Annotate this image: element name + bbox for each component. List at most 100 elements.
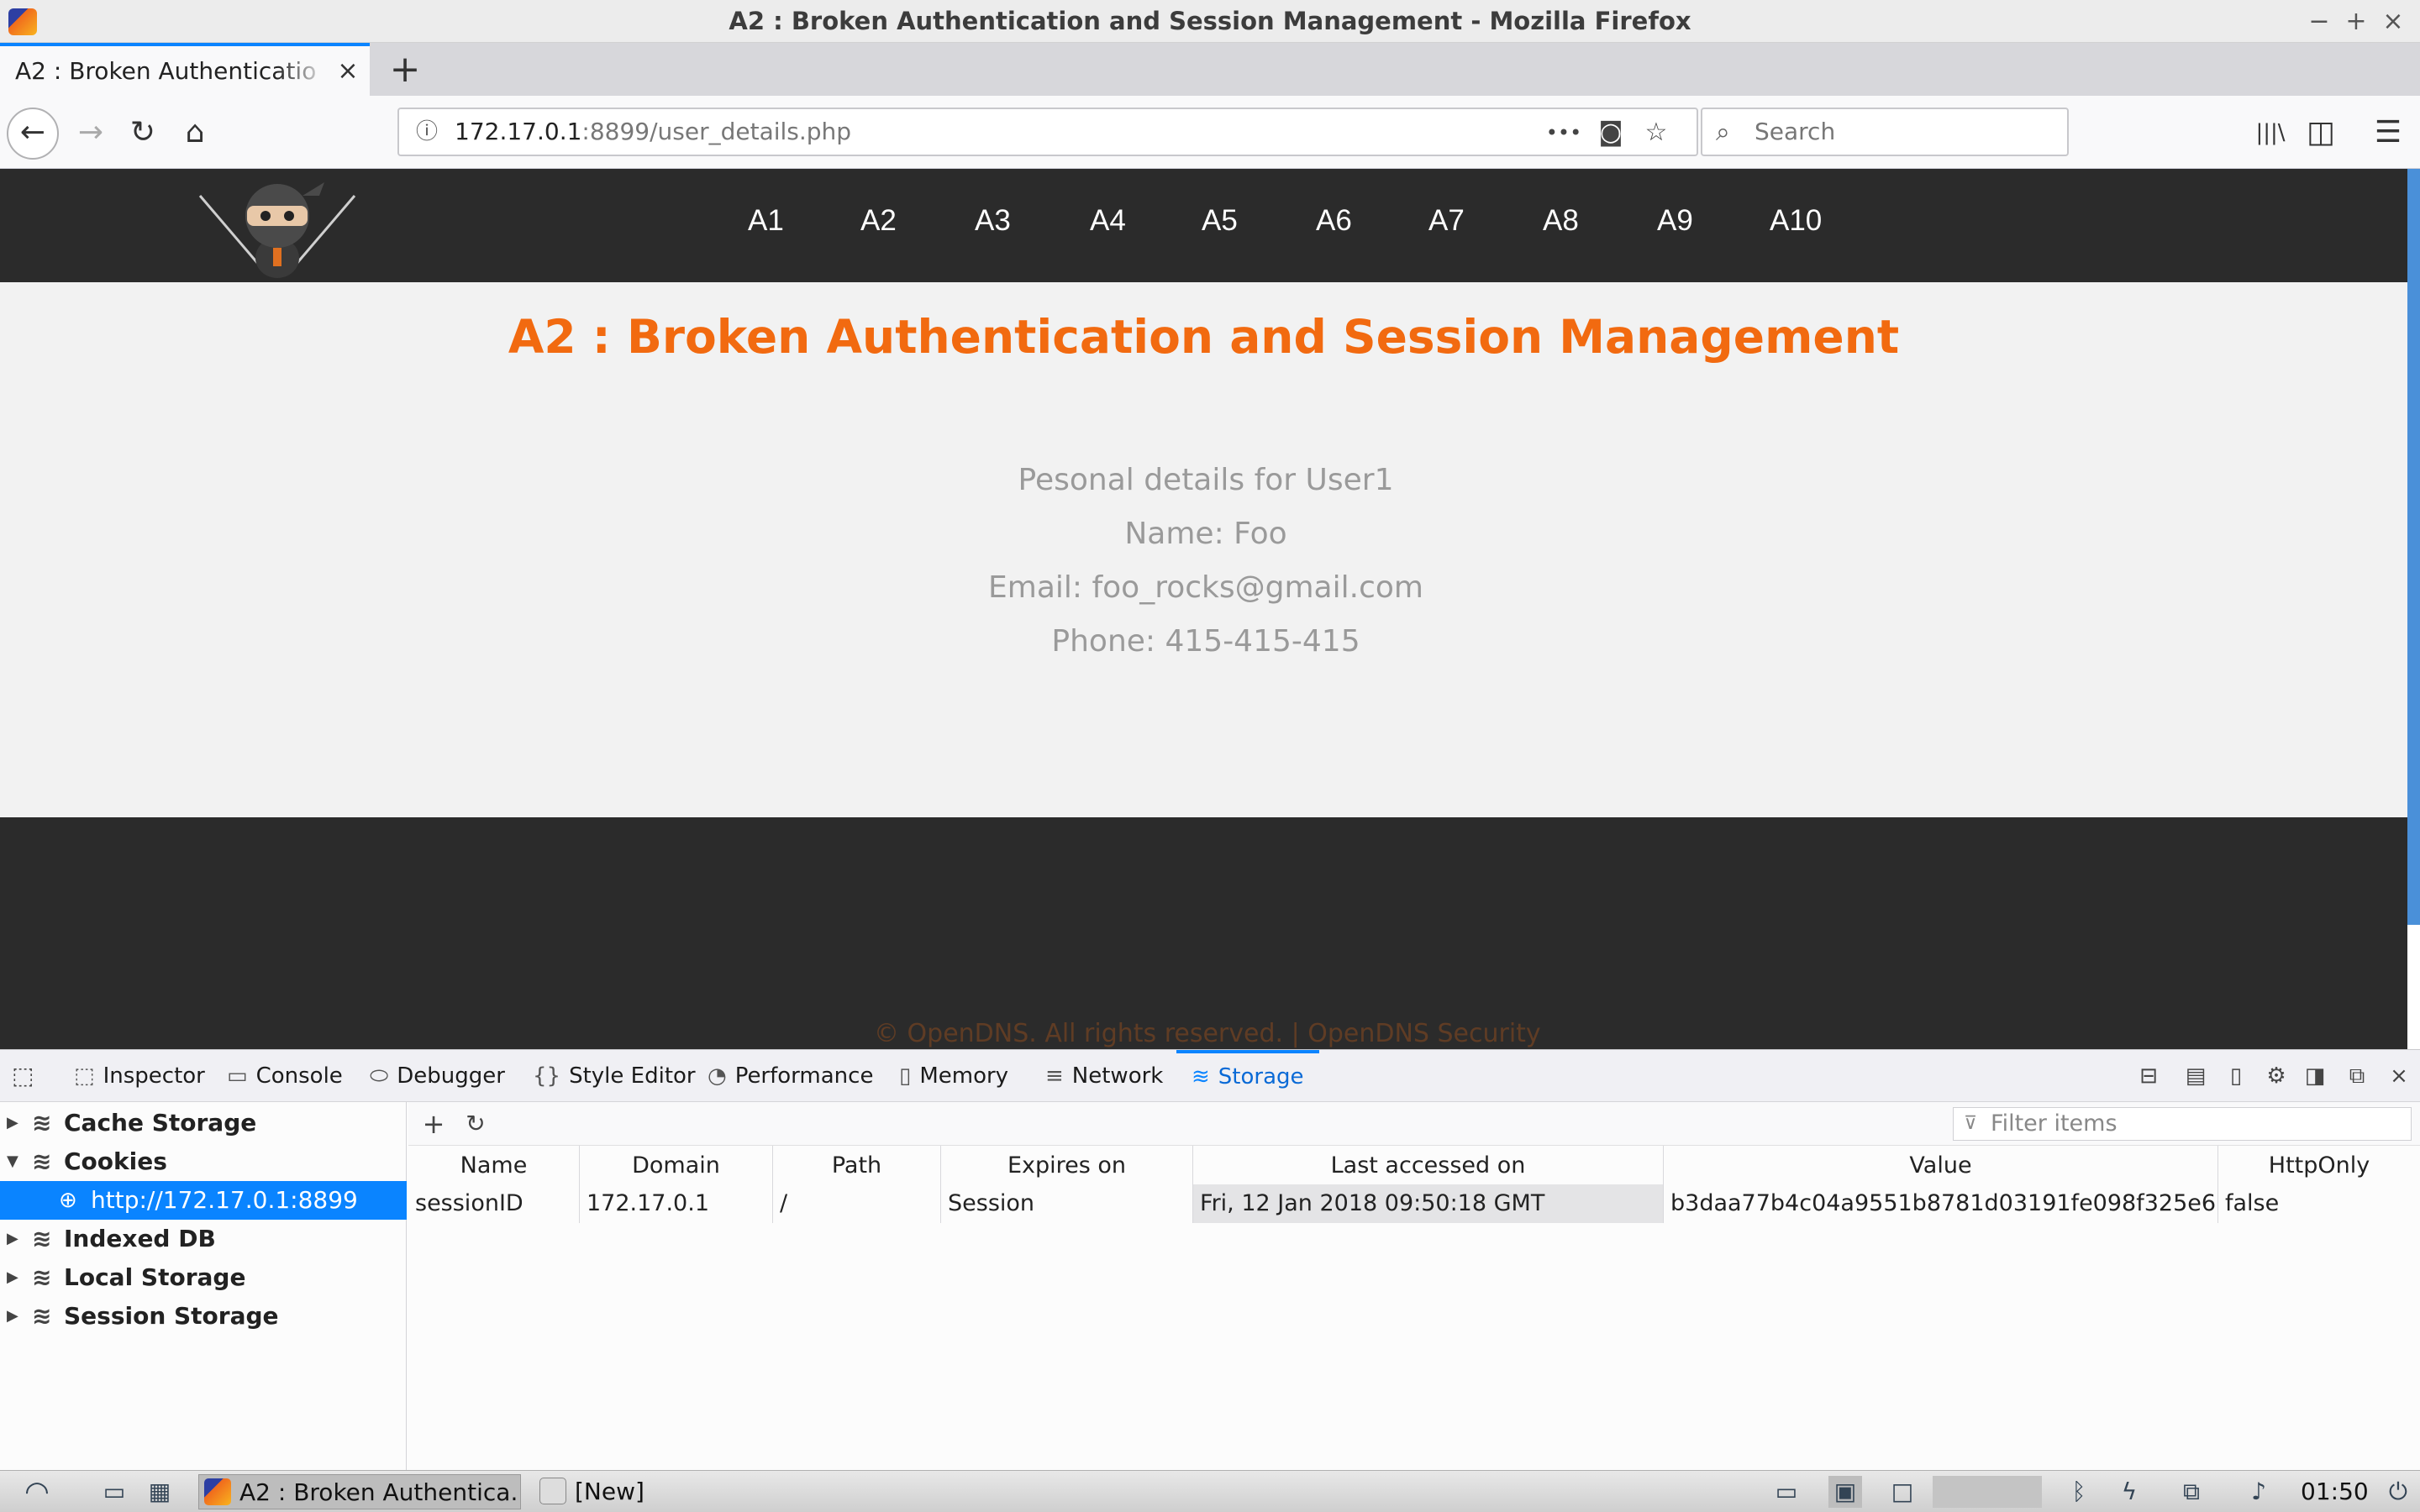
- expand-arrow-icon[interactable]: ▶: [7, 1258, 24, 1297]
- table-row[interactable]: sessionID 172.17.0.1 / Session Fri, 12 J…: [408, 1184, 2420, 1223]
- cell-value[interactable]: b3daa77b4c04a9551b8781d03191fe098f325e67: [1664, 1184, 2218, 1223]
- workspace-1-icon[interactable]: ▭: [1770, 1476, 1803, 1508]
- page-scrollbar[interactable]: [2407, 169, 2420, 925]
- os-taskbar: ◠ ▭ ▦ A2 : Broken Authentica... [New] ▭ …: [0, 1470, 2420, 1512]
- tree-item-cache-storage[interactable]: ▶ ≋ Cache Storage: [0, 1104, 407, 1142]
- network-status-icon[interactable]: ⧉: [2175, 1476, 2208, 1508]
- ninja-logo: [198, 182, 356, 278]
- close-devtools-icon[interactable]: ×: [2383, 1060, 2415, 1092]
- nav-item-a10[interactable]: A10: [1770, 194, 1822, 248]
- pocket-icon[interactable]: ◙: [1592, 114, 1629, 151]
- minimize-button[interactable]: −: [2302, 5, 2336, 39]
- menu-icon[interactable]: ☰: [2366, 111, 2410, 155]
- expand-arrow-icon[interactable]: ▶: [7, 1220, 24, 1258]
- file-manager-icon[interactable]: ▭: [97, 1476, 131, 1508]
- close-window-button[interactable]: ×: [2376, 5, 2410, 39]
- dock-side-icon[interactable]: ◨: [2299, 1060, 2331, 1092]
- search-icon: ⌕: [1716, 118, 1730, 147]
- firefox-task-icon: [204, 1478, 231, 1505]
- column-header-domain[interactable]: Domain: [580, 1146, 773, 1184]
- element-picker-icon[interactable]: ⬚: [12, 1050, 34, 1102]
- tab-storage[interactable]: ≋ Storage: [1176, 1050, 1319, 1102]
- collapse-arrow-icon[interactable]: ▼: [7, 1142, 24, 1181]
- tab-console[interactable]: ▭ Console: [227, 1050, 343, 1102]
- shutdown-icon[interactable]: ⏻: [2381, 1476, 2415, 1508]
- nav-item-a6[interactable]: A6: [1316, 194, 1352, 248]
- taskbar-task-new[interactable]: [New]: [534, 1474, 669, 1509]
- search-bar[interactable]: ⌕ Search: [1701, 108, 2069, 156]
- workspace-pager[interactable]: [1933, 1476, 2042, 1508]
- nav-item-a2[interactable]: A2: [860, 194, 897, 248]
- nav-item-a4[interactable]: A4: [1090, 194, 1126, 248]
- frame-select-icon[interactable]: ▤: [2180, 1060, 2212, 1092]
- cell-domain[interactable]: 172.17.0.1: [580, 1184, 773, 1223]
- expand-arrow-icon[interactable]: ▶: [7, 1297, 24, 1336]
- column-header-last-accessed[interactable]: Last accessed on: [1193, 1146, 1664, 1184]
- reload-button[interactable]: ↻: [121, 111, 165, 155]
- forward-button[interactable]: →: [69, 111, 113, 155]
- bluetooth-icon[interactable]: ᛒ: [2062, 1476, 2096, 1508]
- taskbar-task-firefox[interactable]: A2 : Broken Authentica...: [198, 1474, 521, 1509]
- tree-item-cookies[interactable]: ▼ ≋ Cookies: [0, 1142, 407, 1181]
- page-actions-icon[interactable]: •••: [1545, 114, 1582, 151]
- tab-close-icon[interactable]: ×: [333, 55, 363, 88]
- cell-name[interactable]: sessionID: [408, 1184, 580, 1223]
- nav-item-a5[interactable]: A5: [1202, 194, 1238, 248]
- desktop-icon[interactable]: ▦: [143, 1476, 176, 1508]
- workspace-2-icon[interactable]: ▣: [1828, 1476, 1862, 1508]
- cell-expires[interactable]: Session: [941, 1184, 1193, 1223]
- nav-item-a9[interactable]: A9: [1657, 194, 1693, 248]
- expand-arrow-icon[interactable]: ▶: [7, 1104, 24, 1142]
- power-status-icon[interactable]: ϟ: [2112, 1476, 2146, 1508]
- responsive-mode-icon[interactable]: ▯: [2220, 1060, 2252, 1092]
- taskbar-clock[interactable]: 01:50: [2301, 1471, 2369, 1512]
- volume-icon[interactable]: ♪: [2242, 1476, 2275, 1508]
- tab-title-fade: [277, 46, 328, 96]
- maximize-button[interactable]: +: [2339, 5, 2373, 39]
- new-tab-button[interactable]: +: [385, 50, 425, 90]
- cell-httponly[interactable]: false: [2218, 1184, 2420, 1223]
- column-header-value[interactable]: Value: [1664, 1146, 2218, 1184]
- undock-icon[interactable]: ⧉: [2341, 1060, 2373, 1092]
- tab-debugger[interactable]: ⬭ Debugger: [370, 1050, 505, 1102]
- bookmark-star-icon[interactable]: ☆: [1638, 114, 1675, 151]
- cell-path[interactable]: /: [773, 1184, 941, 1223]
- nav-item-a7[interactable]: A7: [1428, 194, 1465, 248]
- tree-item-cookie-origin[interactable]: ⊕ http://172.17.0.1:8899: [0, 1181, 407, 1220]
- url-bar[interactable]: ⓘ 172.17.0.1:8899/user_details.php ••• ◙…: [397, 108, 1698, 156]
- navigation-toolbar: ← → ↻ ⌂ ⓘ 172.17.0.1:8899/user_details.p…: [0, 96, 2420, 169]
- settings-gear-icon[interactable]: ⚙: [2260, 1060, 2292, 1092]
- nav-item-a8[interactable]: A8: [1543, 194, 1579, 248]
- back-button[interactable]: ←: [7, 108, 59, 160]
- column-header-name[interactable]: Name: [408, 1146, 580, 1184]
- add-item-button[interactable]: +: [417, 1107, 450, 1141]
- devtools-panel: ⬚ ⬚ Inspector ▭ Console ⬭ Debugger {} Style …: [0, 1049, 2420, 1471]
- column-header-expires[interactable]: Expires on: [941, 1146, 1193, 1184]
- tree-item-indexed-db[interactable]: ▶ ≋ Indexed DB: [0, 1220, 407, 1258]
- tab-memory[interactable]: ▯ Memory: [899, 1050, 1008, 1102]
- home-button[interactable]: ⌂: [173, 111, 217, 155]
- nav-item-a3[interactable]: A3: [975, 194, 1011, 248]
- refresh-button[interactable]: ↻: [459, 1107, 492, 1141]
- workspace-3-icon[interactable]: □: [1886, 1476, 1919, 1508]
- split-console-icon[interactable]: ⊟: [2133, 1060, 2165, 1092]
- library-icon[interactable]: |||\: [2249, 111, 2292, 155]
- url-text[interactable]: 172.17.0.1:8899/user_details.php: [455, 109, 851, 155]
- tab-inspector[interactable]: ⬚ Inspector: [74, 1050, 205, 1102]
- tab-style-editor[interactable]: {} Style Editor: [533, 1050, 696, 1102]
- filter-input[interactable]: ⊽ Filter items: [1953, 1107, 2412, 1141]
- cell-last-accessed[interactable]: Fri, 12 Jan 2018 09:50:18 GMT: [1193, 1184, 1664, 1223]
- database-icon: ≋: [32, 1147, 52, 1175]
- tree-item-local-storage[interactable]: ▶ ≋ Local Storage: [0, 1258, 407, 1297]
- browser-tab[interactable]: A2 : Broken Authentication and Session M…: [0, 43, 370, 96]
- column-header-path[interactable]: Path: [773, 1146, 941, 1184]
- site-info-icon[interactable]: ⓘ: [411, 116, 443, 148]
- nav-item-a1[interactable]: A1: [748, 194, 784, 248]
- tab-network[interactable]: ≡ Network: [1045, 1050, 1163, 1102]
- tree-item-session-storage[interactable]: ▶ ≋ Session Storage: [0, 1297, 407, 1336]
- start-menu-icon[interactable]: ◠: [20, 1476, 54, 1508]
- sidebar-icon[interactable]: ◫: [2299, 111, 2343, 155]
- tab-performance[interactable]: ◔ Performance: [708, 1050, 873, 1102]
- column-header-httponly[interactable]: HttpOnly: [2218, 1146, 2420, 1184]
- task-label: A2 : Broken Authentica...: [239, 1478, 521, 1506]
